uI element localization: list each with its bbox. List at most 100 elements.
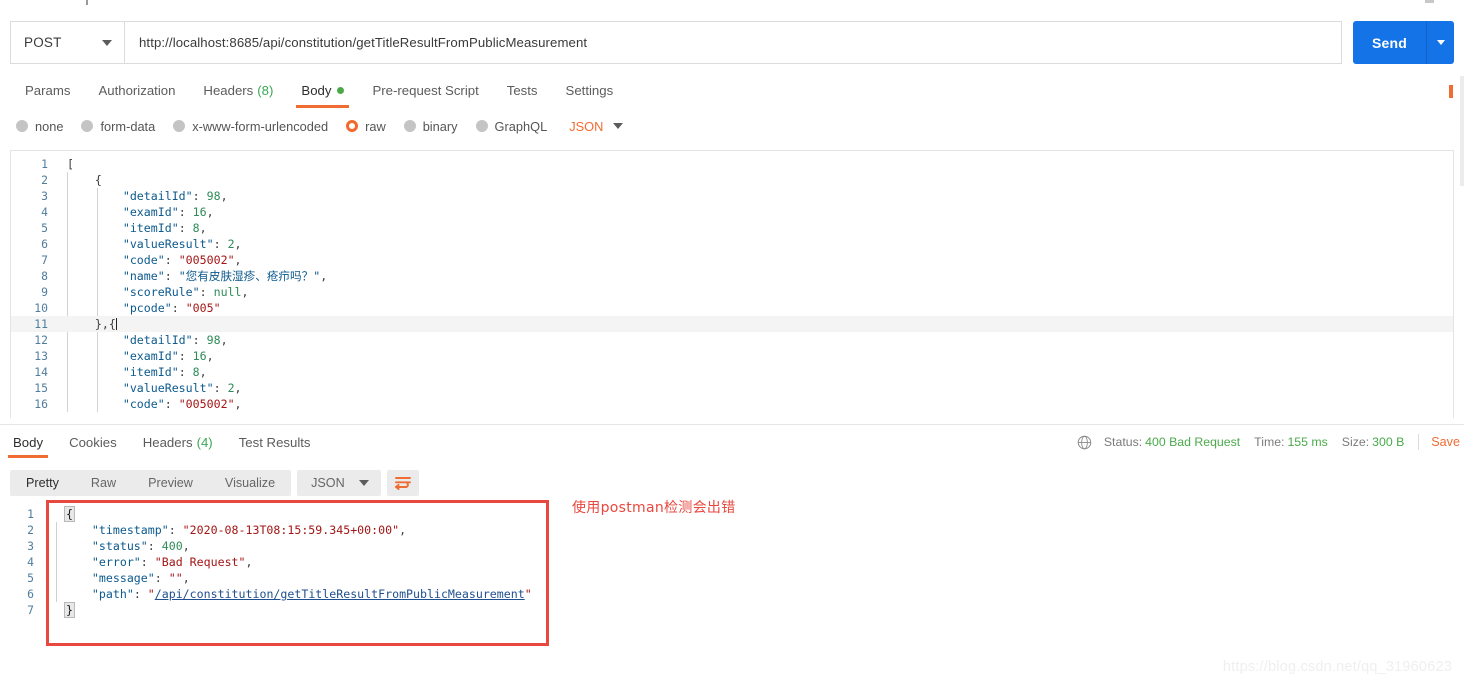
- line-number: 9: [41, 285, 48, 299]
- body-type-label: binary: [422, 118, 458, 134]
- code-content: },{: [57, 316, 1453, 332]
- code-content: "examId": 16,: [57, 348, 1453, 364]
- response-status-bar: Status: 400 Bad Request Time: 155 ms Size:…: [1077, 432, 1460, 452]
- code-token: 16: [192, 349, 207, 363]
- divider: [1418, 434, 1420, 450]
- indent-guide: [97, 252, 98, 268]
- line-number: 3: [27, 539, 34, 553]
- line-number: 4: [41, 205, 48, 219]
- code-content: "scoreRule": null,: [57, 284, 1453, 300]
- response-format-select[interactable]: JSON: [297, 470, 381, 496]
- line-number: 7: [41, 253, 48, 267]
- annotation-text: 使用postman检测会出错: [572, 500, 736, 516]
- request-format-select[interactable]: JSON: [569, 119, 624, 134]
- code-token: 2: [227, 381, 235, 395]
- code-token: "code": [122, 397, 165, 411]
- code-line: 13 "examId": 16,: [11, 348, 1453, 364]
- code-line: 3 "detailId": 98,: [11, 188, 1453, 204]
- code-token: 16: [192, 205, 207, 219]
- url-input[interactable]: http://localhost:8685/api/constitution/g…: [124, 21, 1342, 64]
- code-token: ,: [199, 365, 207, 379]
- indent-guide: [97, 396, 98, 412]
- code-token: 2: [227, 237, 235, 251]
- body-type-graphql[interactable]: GraphQL: [475, 119, 547, 134]
- vertical-scrollbar[interactable]: [1460, 76, 1464, 186]
- response-body-code[interactable]: 1{2 "timestamp": "2020-08-13T08:15:59.34…: [14, 506, 534, 618]
- code-token: "005": [185, 301, 221, 315]
- view-preview[interactable]: Preview: [132, 470, 209, 496]
- save-response-button[interactable]: Save: [1431, 435, 1460, 449]
- chevron-down-icon: [102, 39, 112, 46]
- code-token: "detailId": [122, 333, 193, 347]
- send-button[interactable]: Send: [1353, 21, 1426, 64]
- view-visualize[interactable]: Visualize: [209, 470, 291, 496]
- code-line: 2 {: [11, 172, 1453, 188]
- body-type-binary[interactable]: binary: [403, 118, 458, 134]
- tab-headers[interactable]: Headers (8): [189, 76, 287, 105]
- code-token: ,: [206, 205, 214, 219]
- time-badge: Time: 155 ms: [1254, 435, 1328, 449]
- tab-params[interactable]: Params: [11, 76, 84, 105]
- status-badge: Status: 400 Bad Request: [1104, 435, 1240, 449]
- code-content: "itemId": 8,: [57, 364, 1453, 380]
- code-content: "itemId": 8,: [57, 220, 1453, 236]
- code-token: /api/constitution/getTitleResultFromPubl…: [154, 587, 525, 601]
- code-token: :: [168, 523, 183, 537]
- response-tab-headers[interactable]: Headers (4): [130, 430, 226, 454]
- request-url-row: POST http://localhost:8685/api/constitut…: [10, 21, 1454, 64]
- time-value: 155 ms: [1287, 435, 1328, 449]
- indent-guide: [67, 300, 68, 316]
- code-fold-brace[interactable]: }: [64, 602, 75, 618]
- body-type-raw[interactable]: raw: [346, 119, 386, 134]
- response-tab-cookies[interactable]: Cookies: [56, 430, 130, 454]
- response-format-label: JSON: [311, 476, 345, 490]
- indent-guide: [97, 236, 98, 252]
- code-line: 8 "name": "您有皮肤湿疹、疮疖吗？",: [11, 268, 1453, 284]
- code-token: "message": [91, 571, 155, 585]
- response-tab-test-results[interactable]: Test Results: [226, 430, 324, 454]
- body-type-form-data[interactable]: form-data: [81, 119, 155, 134]
- view-pretty[interactable]: Pretty: [10, 470, 75, 496]
- code-line: 14 "itemId": 8,: [11, 364, 1453, 380]
- code-line: 2 "timestamp": "2020-08-13T08:15:59.345+…: [14, 522, 534, 538]
- indent-guide: [67, 252, 68, 268]
- code-token: "itemId": [122, 365, 179, 379]
- body-type-none[interactable]: none: [16, 119, 63, 134]
- radio-icon: [403, 120, 416, 132]
- code-token: ,: [206, 349, 214, 363]
- size-badge: Size: 300 B: [1342, 435, 1404, 449]
- indent-guide: [97, 220, 98, 236]
- code-content: "detailId": 98,: [57, 188, 1453, 204]
- request-body-editor[interactable]: 1[2 {3 "detailId": 98, 4 "examId": 16, 5 "…: [10, 150, 1454, 418]
- code-token: "Bad Request": [154, 555, 246, 569]
- status-label: Status:: [1103, 435, 1143, 449]
- http-method-select[interactable]: POST: [10, 21, 124, 64]
- response-tab-body[interactable]: Body: [0, 430, 56, 458]
- code-fold-brace[interactable]: {: [64, 506, 75, 522]
- code-token: ,: [234, 237, 242, 251]
- indent-guide: [97, 284, 98, 300]
- body-type-x-www-form-urlencoded[interactable]: x-www-form-urlencoded: [173, 119, 328, 134]
- code-token: "path": [91, 587, 134, 601]
- indent-guide: [67, 236, 68, 252]
- http-method-label: POST: [24, 35, 62, 50]
- code-token: null: [213, 285, 242, 299]
- tab-authorization[interactable]: Authorization: [84, 76, 189, 105]
- code-token: ,: [234, 397, 242, 411]
- postman-window: POST http://localhost:8685/api/constitut…: [0, 0, 1464, 681]
- code-content: "valueResult": 2,: [57, 236, 1453, 252]
- tab-tests[interactable]: Tests: [493, 76, 552, 105]
- tab-body[interactable]: Body: [287, 76, 358, 108]
- code-token: :: [178, 349, 193, 363]
- indent-guide: [67, 284, 68, 300]
- tab-settings[interactable]: Settings: [552, 76, 628, 105]
- wrap-text-button[interactable]: [386, 470, 419, 496]
- send-options-button[interactable]: [1426, 21, 1454, 64]
- indent-guide: [67, 396, 68, 412]
- view-raw[interactable]: Raw: [75, 470, 132, 496]
- send-button-group: Send: [1353, 21, 1454, 64]
- tab-pre-request-script[interactable]: Pre-request Script: [358, 76, 492, 105]
- code-line: 5 "itemId": 8,: [11, 220, 1453, 236]
- tab-label: Settings: [565, 83, 614, 98]
- chevron-down-icon: [1436, 40, 1445, 45]
